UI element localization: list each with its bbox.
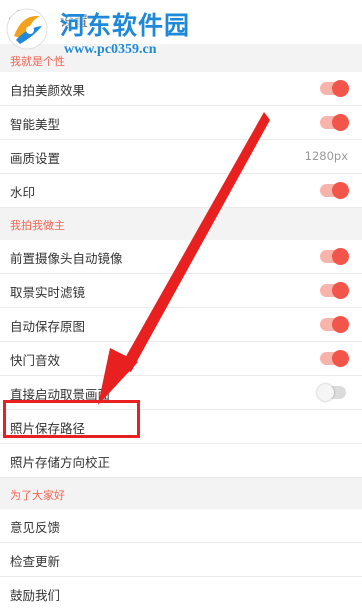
setting-row-image-quality[interactable]: 画质设置 1280px	[0, 140, 362, 174]
toggle-knob	[317, 384, 334, 401]
setting-row-shutter-sound[interactable]: 快门音效	[0, 342, 362, 376]
toggle-knob	[332, 248, 349, 265]
selfie-beauty-toggle[interactable]	[320, 80, 349, 97]
back-button[interactable]	[2, 6, 28, 32]
setting-label: 水印	[10, 185, 36, 200]
page-title: 设置	[60, 14, 88, 30]
setting-row-check-update[interactable]: 检查更新	[0, 543, 362, 577]
toggle-knob	[332, 182, 349, 199]
setting-label: 意见反馈	[10, 520, 61, 535]
setting-label: 取景实时滤镜	[10, 285, 86, 300]
shutter-sound-toggle[interactable]	[320, 350, 349, 367]
setting-label: 照片存储方向校正	[10, 455, 111, 470]
setting-row-live-filter[interactable]: 取景实时滤镜	[0, 274, 362, 308]
setting-label: 智能美型	[10, 117, 61, 132]
setting-label: 自拍美颜效果	[10, 83, 86, 98]
toggle-knob	[332, 350, 349, 367]
setting-row-watermark[interactable]: 水印	[0, 174, 362, 208]
section-title: 为了大家好	[10, 489, 65, 502]
save-original-toggle[interactable]	[320, 316, 349, 333]
setting-label: 检查更新	[10, 554, 61, 569]
section-header-shooting: 我拍我做主	[0, 208, 362, 241]
setting-row-orientation-correction[interactable]: 照片存储方向校正	[0, 444, 362, 478]
toggle-knob	[332, 282, 349, 299]
setting-label: 画质设置	[10, 151, 61, 166]
setting-label: 鼓励我们	[10, 588, 61, 603]
setting-label: 前置摄像头自动镜像	[10, 251, 123, 266]
toggle-knob	[332, 114, 349, 131]
section-title: 我就是个性	[10, 55, 65, 68]
live-filter-toggle[interactable]	[320, 282, 349, 299]
setting-row-feedback[interactable]: 意见反馈	[0, 509, 362, 543]
toggle-knob	[332, 80, 349, 97]
setting-label: 快门音效	[10, 353, 61, 368]
image-quality-value: 1280px	[304, 149, 348, 163]
annotation-highlight-box	[3, 400, 140, 438]
section-header-community: 为了大家好	[0, 478, 362, 511]
section-title: 我拍我做主	[10, 219, 65, 232]
toggle-knob	[332, 316, 349, 333]
setting-row-smart-shape[interactable]: 智能美型	[0, 106, 362, 140]
front-mirror-toggle[interactable]	[320, 248, 349, 265]
setting-row-save-original[interactable]: 自动保存原图	[0, 308, 362, 342]
direct-viewfinder-toggle[interactable]	[317, 384, 346, 401]
smart-shape-toggle[interactable]	[320, 114, 349, 131]
back-arrow-icon	[8, 9, 21, 29]
setting-row-front-mirror[interactable]: 前置摄像头自动镜像	[0, 240, 362, 274]
setting-label: 自动保存原图	[10, 319, 86, 334]
watermark-toggle[interactable]	[320, 182, 349, 199]
top-bar: 设置	[0, 0, 362, 45]
setting-row-encourage[interactable]: 鼓励我们	[0, 577, 362, 608]
setting-row-selfie-beauty[interactable]: 自拍美颜效果	[0, 72, 362, 106]
